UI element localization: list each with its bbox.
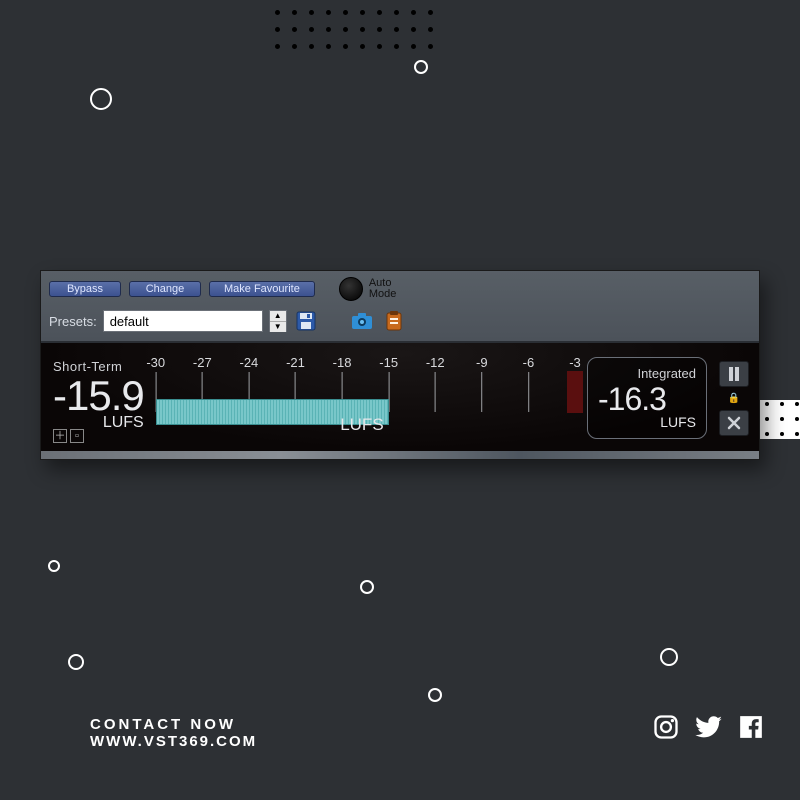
- bypass-button[interactable]: Bypass: [49, 281, 121, 297]
- close-button[interactable]: [719, 410, 749, 436]
- collapse-button[interactable]: ▫: [70, 429, 84, 443]
- instagram-icon: [652, 713, 680, 741]
- presets-stepper[interactable]: ▲ ▼: [269, 310, 287, 332]
- integrated-readout: Integrated -16.3 LUFS: [587, 357, 707, 439]
- auto-mode-label: Auto Mode: [369, 278, 397, 300]
- contact-url: WWW.VST369.COM: [90, 733, 257, 750]
- integrated-label: Integrated: [598, 366, 696, 381]
- integrated-value: -16.3: [598, 381, 696, 418]
- presets-input[interactable]: [103, 310, 263, 332]
- camera-icon: [351, 312, 373, 330]
- deco-circle: [360, 580, 374, 594]
- twitter-link[interactable]: [694, 713, 724, 746]
- deco-circle: [414, 60, 428, 74]
- deco-circle: [48, 560, 60, 572]
- peak-indicator: [567, 371, 583, 413]
- short-term-value: -15.9: [53, 372, 144, 420]
- deco-circle: [68, 654, 84, 670]
- contact-text: CONTACT NOW WWW.VST369.COM: [90, 716, 257, 750]
- presets-label: Presets:: [49, 314, 97, 329]
- deco-circle: [428, 688, 442, 702]
- presets-step-down-icon[interactable]: ▼: [270, 322, 286, 332]
- social-links: [652, 713, 764, 746]
- twitter-icon: [694, 713, 724, 741]
- lock-icon[interactable]: 🔒: [719, 393, 749, 404]
- snapshot-button[interactable]: [349, 309, 375, 333]
- facebook-link[interactable]: [738, 713, 764, 746]
- auto-mode-knob-icon: [339, 277, 363, 301]
- plugin-window: Bypass Change Make Favourite Auto Mode P…: [40, 270, 760, 460]
- meter-side-controls: 🔒: [719, 353, 749, 439]
- deco-circle: [90, 88, 112, 110]
- dot-grid-top: [275, 10, 433, 49]
- loudness-meter: Short-Term -15.9 LUFS -30-27-24-21-18-15…: [41, 341, 759, 451]
- facebook-icon: [738, 713, 764, 741]
- deco-circle: [660, 648, 678, 666]
- meter-scale: -30-27-24-21-18-15-12-9-6-3 LUFS: [156, 353, 575, 439]
- meter-unit-label: LUFS: [340, 415, 383, 435]
- expand-button[interactable]: ＋: [53, 429, 67, 443]
- instagram-link[interactable]: [652, 713, 680, 746]
- plugin-footer-strip: [41, 451, 759, 459]
- close-icon: [727, 416, 741, 430]
- contact-line1: CONTACT NOW: [90, 716, 257, 733]
- pause-button[interactable]: [719, 361, 749, 387]
- save-preset-button[interactable]: [293, 309, 319, 333]
- make-favourite-button[interactable]: Make Favourite: [209, 281, 315, 297]
- plugin-header: Bypass Change Make Favourite Auto Mode P…: [41, 271, 759, 341]
- clipboard-icon: [385, 311, 403, 331]
- floppy-disk-icon: [296, 311, 316, 331]
- clipboard-button[interactable]: [381, 309, 407, 333]
- pause-icon: [728, 367, 740, 381]
- auto-mode-control[interactable]: Auto Mode: [339, 277, 397, 301]
- change-button[interactable]: Change: [129, 281, 201, 297]
- presets-step-up-icon[interactable]: ▲: [270, 311, 286, 322]
- auto-mode-label-line2: Mode: [369, 289, 397, 300]
- short-term-readout: Short-Term -15.9 LUFS: [53, 353, 144, 439]
